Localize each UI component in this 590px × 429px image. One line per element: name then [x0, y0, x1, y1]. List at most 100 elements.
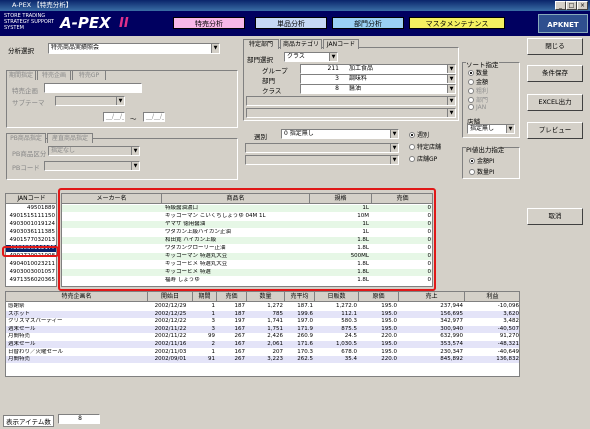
sort-option-label: 金額 [476, 79, 489, 86]
extra-select-2[interactable]: ▼ [246, 108, 456, 118]
tab-category[interactable]: 商品カテゴリ [280, 39, 322, 49]
pb-label: PB商品区分 [12, 150, 47, 158]
jan-row[interactable]: 4904010023211 [6, 261, 56, 268]
radio-store[interactable]: 特定店舗 [409, 142, 441, 151]
store-select[interactable]: 指定無し ▼ [467, 124, 515, 134]
minimize-button[interactable]: _ [555, 1, 566, 10]
week-label: 週別 [254, 133, 267, 141]
close-window-button[interactable]: × [577, 1, 588, 10]
jan-row[interactable]: 4901577032013 [6, 237, 56, 244]
sales-cell: 2 [211, 341, 216, 347]
sales-cell: 197.0 [297, 318, 313, 325]
week-sub-select-1[interactable]: ▼ [245, 143, 399, 153]
jan-row[interactable]: 4971356020365 [6, 277, 56, 284]
save-conditions-button[interactable]: 条件保存 [527, 65, 583, 82]
tab-plan[interactable]: 特売企画 [37, 70, 71, 80]
close-button[interactable]: 閉じる [527, 38, 583, 55]
jan-row[interactable]: 49501889 [6, 205, 56, 212]
sales-col-header: 売上 [399, 292, 465, 302]
sales-cell: 91 [208, 356, 215, 363]
sales-row[interactable]: 月間特売 2002/11/22 99 267 2,426 260.9 24.5 220.0 63… [6, 333, 519, 341]
pb-code-select[interactable]: ▼ [44, 161, 140, 171]
sales-cell: 99 [208, 333, 215, 340]
section-row-name: 調味料 [349, 75, 368, 82]
sales-row[interactable]: 日替わり／火曜セール 2002/11/03 1 167 207 170.3 678.0 195… [6, 348, 519, 356]
sales-cell: 207 [272, 348, 284, 355]
radio-sort-4[interactable]: JAN [468, 104, 486, 111]
section-row-name: 醤油 [349, 85, 362, 92]
sales-cell: -40,649 [497, 348, 519, 355]
sales-row[interactable]: スポット 2002/12/25 1 187 785 199.6 112.1 195.0 156,… [6, 310, 519, 318]
maximize-button[interactable]: □ [566, 1, 577, 10]
sales-cell: 1,741 [267, 318, 283, 325]
tab-pb[interactable]: PB商品指定 [6, 133, 46, 143]
sales-cell: 週末セール [8, 325, 36, 332]
section-row-label: クラス [262, 87, 282, 95]
jan-row[interactable]: 4903036111385 [6, 229, 56, 236]
sales-cell: 230,347 [440, 348, 463, 355]
sales-cell: 195.0 [381, 303, 397, 309]
tab-period[interactable]: 期間指定 [6, 70, 36, 80]
sales-col-header: 開始日 [148, 292, 193, 302]
tab-jan[interactable]: JANコード [323, 39, 359, 49]
cancel-button[interactable]: 取消 [527, 208, 583, 225]
plan-field[interactable] [44, 83, 142, 93]
sales-row[interactable]: 感謝祭 2002/12/29 1 187 1,272 187.1 1,272.0 195.0 2… [6, 303, 519, 310]
dept-select[interactable]: クラス ▼ [284, 52, 338, 62]
sales-cell: 187.1 [297, 303, 313, 309]
jan-row[interactable]: 4903001019124 [6, 221, 56, 228]
sales-row[interactable]: 週末セール 2002/11/16 2 167 2,061 171.6 1,030.5 195.… [6, 341, 519, 348]
jan-row[interactable]: 4903003001057 [6, 269, 56, 276]
pb-select[interactable]: 指定なし ▼ [48, 146, 140, 156]
tab-section[interactable]: 特定部門 [243, 39, 279, 49]
jan-row[interactable]: 4901515111150 [6, 213, 56, 220]
brand-logo: APKNET [538, 14, 588, 33]
radio-sort-2[interactable]: 粗利 [468, 86, 488, 95]
sort-option-label: 数量 [476, 70, 489, 77]
sales-cell: 24.5 [344, 333, 357, 340]
analysis-select[interactable]: 特売商品実績照会 ▼ [48, 43, 220, 54]
date-from[interactable]: __/__/__ [103, 112, 125, 122]
section-row-label: グループ [262, 67, 288, 75]
radio-amount-pi[interactable]: 金額PI [469, 156, 494, 165]
sales-cell: 112.1 [341, 310, 357, 317]
extra-select-1[interactable]: ▼ [246, 96, 456, 106]
sales-cell: 1 [211, 310, 216, 317]
sales-row[interactable]: 月間特売 2002/09/01 91 267 3,223 262.5 35.4 220.0 84… [6, 356, 519, 364]
jan-header: JANコード [6, 194, 56, 204]
sales-row[interactable]: クリスマスパーティー 2002/12/22 3 197 1,741 197.0 580.3 1… [6, 318, 519, 326]
date-to[interactable]: __/__/__ [143, 112, 165, 122]
radio-qty-pi[interactable]: 数量PI [469, 167, 494, 176]
radio-store-gp[interactable]: 店舗GP [409, 154, 437, 163]
section-row-select[interactable]: 211 加工食品 ▼ [300, 64, 456, 74]
radio-week[interactable]: 週別 [409, 130, 429, 139]
sales-cell: クリスマスパーティー [8, 318, 63, 325]
tab-direct[interactable]: 産直商品指定 [47, 133, 93, 143]
tab-sales-analysis[interactable]: 特売分析 [173, 17, 245, 29]
week-sub-select-2[interactable]: ▼ [245, 155, 399, 165]
sales-cell: 3 [211, 318, 216, 325]
sales-cell: 785 [272, 310, 284, 317]
sales-row[interactable]: 週末セール 2002/11/22 3 167 1,751 171.9 875.5 195.0 3… [6, 325, 519, 333]
product-highlight [58, 188, 436, 291]
radio-sort-3[interactable]: 部門 [468, 95, 488, 104]
sales-cell: 195.0 [381, 318, 397, 325]
tab-item-analysis[interactable]: 単品分析 [255, 17, 327, 29]
tab-dept-analysis[interactable]: 部門分析 [332, 17, 404, 29]
preview-button[interactable]: プレビュー [527, 122, 583, 139]
section-row-select[interactable]: 3 調味料 ▼ [300, 74, 456, 84]
sales-cell: 187 [234, 310, 246, 317]
radio-sort-0[interactable]: 数量 [468, 68, 488, 77]
sales-col-header: 特売企画名 [6, 292, 148, 302]
tab-master[interactable]: マスタメンテナンス [409, 17, 505, 29]
tab-gp[interactable]: 特売GP [72, 70, 106, 80]
sort-option-label: 部門 [476, 97, 489, 104]
section-row-select[interactable]: 8 醤油 ▼ [300, 84, 456, 94]
excel-export-button[interactable]: EXCEL出力 [527, 94, 583, 111]
subtheme-select[interactable]: ▼ [55, 96, 125, 106]
week-select[interactable]: 0 指定無し ▼ [281, 129, 399, 139]
sales-cell: 170.3 [297, 348, 313, 355]
sales-cell: 1 [211, 348, 216, 355]
radio-sort-1[interactable]: 金額 [468, 77, 488, 86]
sales-cell: 237,944 [440, 303, 463, 309]
